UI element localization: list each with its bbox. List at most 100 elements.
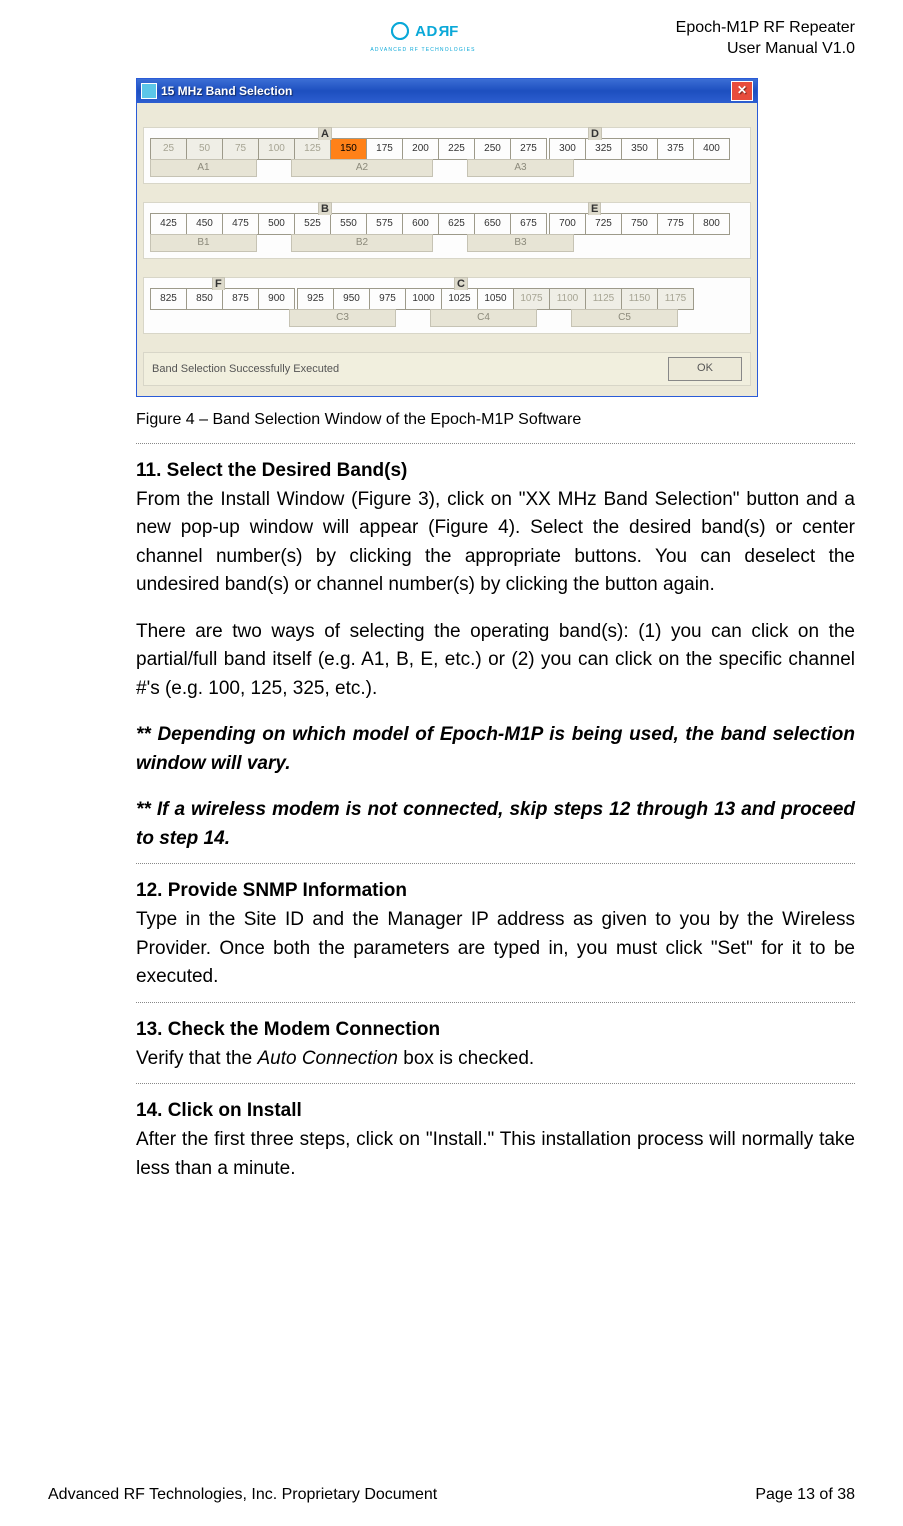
section-12-p: Type in the Site ID and the Manager IP a… xyxy=(136,906,855,992)
band-cell[interactable]: 350 xyxy=(621,138,658,160)
window-title-text: 15 MHz Band Selection xyxy=(161,84,292,98)
logo-mark-icon xyxy=(387,18,413,44)
band-cell[interactable]: 450 xyxy=(186,213,223,235)
band-cell: 100 xyxy=(258,138,295,160)
band-cell[interactable]: 175 xyxy=(366,138,403,160)
window-titlebar[interactable]: 15 MHz Band Selection ✕ xyxy=(137,79,757,103)
page-header: ADRF ADVANCED RF TECHNOLOGIES Epoch-M1P … xyxy=(48,18,855,60)
band-cell[interactable]: 900 xyxy=(258,288,295,310)
band-cell[interactable]: 250 xyxy=(474,138,511,160)
band-group-label[interactable]: A xyxy=(318,127,332,140)
band-cell: 1125 xyxy=(585,288,622,310)
header-right: Epoch-M1P RF Repeater User Manual V1.0 xyxy=(676,18,855,60)
band-sub-row: C3 C4 C5 xyxy=(150,309,744,327)
band-sub-row: B1 B2 B3 xyxy=(150,234,744,252)
band-cell: 75 xyxy=(222,138,259,160)
divider xyxy=(136,863,855,864)
figure-caption: Figure 4 – Band Selection Window of the … xyxy=(136,411,855,429)
band-selection-window: 15 MHz Band Selection ✕ AD25507510012515… xyxy=(136,78,758,397)
doc-title-1: Epoch-M1P RF Repeater xyxy=(676,18,855,39)
band-cell[interactable]: 750 xyxy=(621,213,658,235)
band-cell[interactable]: 825 xyxy=(150,288,187,310)
section-14-title: 14. Click on Install xyxy=(136,1100,855,1122)
section-12-title: 12. Provide SNMP Information xyxy=(136,880,855,902)
logo-text: ADRF xyxy=(415,23,459,40)
band-cell[interactable]: 500 xyxy=(258,213,295,235)
band-cell[interactable]: 950 xyxy=(333,288,370,310)
band-cell[interactable]: 725 xyxy=(585,213,622,235)
close-icon[interactable]: ✕ xyxy=(731,81,753,101)
band-cells: 4254504755005255505756006256506757007257… xyxy=(150,213,744,235)
band-cell[interactable]: 700 xyxy=(549,213,586,235)
band-cell[interactable]: 625 xyxy=(438,213,475,235)
band-cell[interactable]: 300 xyxy=(549,138,586,160)
band-cell: 1100 xyxy=(549,288,586,310)
section-11-title: 11. Select the Desired Band(s) xyxy=(136,460,855,482)
band-cell[interactable]: 1000 xyxy=(405,288,442,310)
band-sub-label[interactable]: C4 xyxy=(430,309,537,327)
band-cell[interactable]: 800 xyxy=(693,213,730,235)
band-cell[interactable]: 850 xyxy=(186,288,223,310)
band-cell[interactable]: 200 xyxy=(402,138,439,160)
band-cell[interactable]: 400 xyxy=(693,138,730,160)
band-cell[interactable]: 925 xyxy=(297,288,334,310)
band-sub-label[interactable]: B2 xyxy=(291,234,433,252)
section-13-title: 13. Check the Modem Connection xyxy=(136,1019,855,1041)
doc-title-2: User Manual V1.0 xyxy=(676,39,855,60)
band-cell[interactable]: 1050 xyxy=(477,288,514,310)
band-cell[interactable]: 525 xyxy=(294,213,331,235)
content: 15 MHz Band Selection ✕ AD25507510012515… xyxy=(48,78,855,1184)
band-cell[interactable]: 275 xyxy=(510,138,547,160)
section-11-note1: ** Depending on which model of Epoch-M1P… xyxy=(136,721,855,778)
logo-subtitle: ADVANCED RF TECHNOLOGIES xyxy=(358,47,488,53)
section-11-p2: There are two ways of selecting the oper… xyxy=(136,618,855,704)
page-footer: Advanced RF Technologies, Inc. Proprieta… xyxy=(48,1486,855,1504)
band-sub-label[interactable]: C5 xyxy=(571,309,678,327)
band-cells: 2550751001251501752002252502753003253503… xyxy=(150,138,744,160)
band-group-label[interactable]: C xyxy=(454,277,468,290)
footer-right: Page 13 of 38 xyxy=(755,1486,855,1504)
band-cell: 50 xyxy=(186,138,223,160)
band-cell: 1150 xyxy=(621,288,658,310)
band-cell[interactable]: 575 xyxy=(366,213,403,235)
page: ADRF ADVANCED RF TECHNOLOGIES Epoch-M1P … xyxy=(0,0,903,1526)
band-sub-label[interactable]: C3 xyxy=(289,309,396,327)
band-cell[interactable]: 875 xyxy=(222,288,259,310)
band-cell[interactable]: 675 xyxy=(510,213,547,235)
divider xyxy=(136,1083,855,1084)
divider xyxy=(136,443,855,444)
band-sub-row: A1 A2 A3 xyxy=(150,159,744,177)
band-cell[interactable]: 775 xyxy=(657,213,694,235)
band-cell[interactable]: 325 xyxy=(585,138,622,160)
band-cell[interactable]: 475 xyxy=(222,213,259,235)
status-row: Band Selection Successfully Executed OK xyxy=(143,352,751,386)
divider xyxy=(136,1002,855,1003)
band-cell[interactable]: 975 xyxy=(369,288,406,310)
ok-button[interactable]: OK xyxy=(668,357,742,381)
band-cell[interactable]: 225 xyxy=(438,138,475,160)
band-group-label[interactable]: B xyxy=(318,202,332,215)
band-sub-label[interactable]: A2 xyxy=(291,159,433,177)
band-cell[interactable]: 425 xyxy=(150,213,187,235)
status-text: Band Selection Successfully Executed xyxy=(152,363,339,375)
band-cell[interactable]: 150 xyxy=(330,138,367,160)
footer-left: Advanced RF Technologies, Inc. Proprieta… xyxy=(48,1486,437,1504)
band-cell[interactable]: 600 xyxy=(402,213,439,235)
band-cell[interactable]: 650 xyxy=(474,213,511,235)
band-group-label[interactable]: D xyxy=(588,127,602,140)
band-cell[interactable]: 550 xyxy=(330,213,367,235)
logo: ADRF ADVANCED RF TECHNOLOGIES xyxy=(358,18,488,53)
section-14-p: After the first three steps, click on "I… xyxy=(136,1126,855,1183)
band-cell[interactable]: 1025 xyxy=(441,288,478,310)
band-cell: 125 xyxy=(294,138,331,160)
band-cell: 1075 xyxy=(513,288,550,310)
band-group-label[interactable]: F xyxy=(212,277,225,290)
band-cell[interactable]: 375 xyxy=(657,138,694,160)
band-sub-label[interactable]: B3 xyxy=(467,234,574,252)
band-sub-label[interactable]: B1 xyxy=(150,234,257,252)
band-cell: 25 xyxy=(150,138,187,160)
window-app-icon xyxy=(141,83,157,99)
band-sub-label[interactable]: A1 xyxy=(150,159,257,177)
band-sub-label[interactable]: A3 xyxy=(467,159,574,177)
band-group-label[interactable]: E xyxy=(588,202,601,215)
